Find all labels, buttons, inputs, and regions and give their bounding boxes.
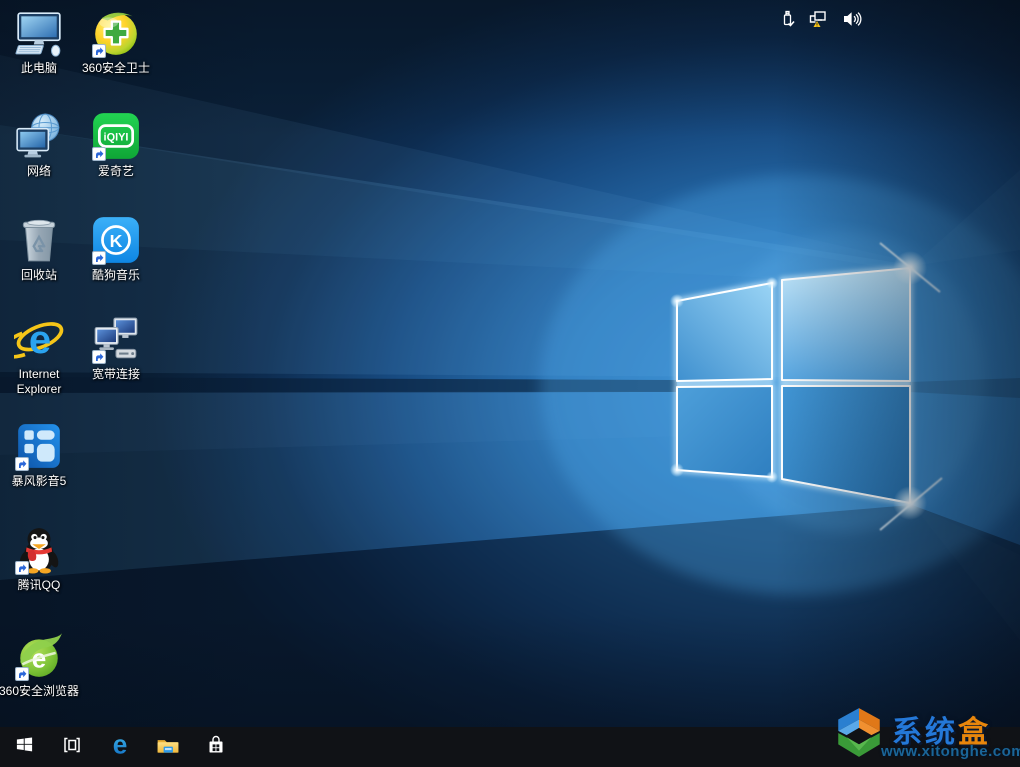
desktop-icon-label: 回收站 xyxy=(20,268,57,282)
taskbar: e xyxy=(0,727,1020,767)
edge-button[interactable]: e xyxy=(96,727,144,767)
this-pc-icon xyxy=(14,8,64,58)
network-warning-icon xyxy=(807,8,829,35)
desktop-icon-label: 宽带连接 xyxy=(91,367,140,381)
network-icon xyxy=(14,111,64,161)
desktop-icon-recycle-bin[interactable]: 回收站 xyxy=(0,215,81,283)
shortcut-arrow-icon xyxy=(15,667,29,681)
svg-text:iQIYI: iQIYI xyxy=(104,132,129,144)
internet-explorer-icon: e xyxy=(14,314,64,364)
store-button[interactable] xyxy=(192,727,240,767)
desktop-icon-360-safe-browser[interactable]: e 360安全浏览器 xyxy=(0,631,81,699)
edge-icon: e xyxy=(108,729,132,762)
desktop-icon-label: 腾讯QQ xyxy=(17,578,61,592)
svg-text:K: K xyxy=(110,231,123,251)
iqiyi-icon: iQIYI xyxy=(91,111,141,161)
shortcut-arrow-icon xyxy=(92,251,106,265)
desktop-icon-kugou-music[interactable]: K 酷狗音乐 xyxy=(74,215,158,283)
360-safe-browser-icon: e xyxy=(14,631,64,681)
desktop-icon-iqiyi[interactable]: iQIYI 爱奇艺 xyxy=(74,111,158,179)
desktop-icon-label: 360安全卫士 xyxy=(81,61,151,75)
desktop-icon-label: 爱奇艺 xyxy=(97,164,134,178)
desktop-icon-label: 网络 xyxy=(26,164,51,178)
folder-icon xyxy=(156,733,180,762)
task-view-icon xyxy=(62,735,82,760)
usb-icon xyxy=(778,9,798,34)
desktop-icon-network[interactable]: 网络 xyxy=(0,111,81,179)
baofeng-player-icon xyxy=(14,421,64,471)
tencent-qq-icon xyxy=(14,525,64,575)
store-bag-icon xyxy=(205,734,227,761)
shortcut-arrow-icon xyxy=(92,44,106,58)
desktop-icon-label: 此电脑 xyxy=(20,61,57,75)
shortcut-arrow-icon xyxy=(15,457,29,471)
desktop-icon-tencent-qq[interactable]: 腾讯QQ xyxy=(0,525,81,593)
broadband-connection-icon xyxy=(91,314,141,364)
shortcut-arrow-icon xyxy=(92,147,106,161)
desktop-icon-label: Internet Explorer xyxy=(16,367,62,396)
volume-tray[interactable] xyxy=(840,9,864,33)
desktop-icon-broadband-connection[interactable]: 宽带连接 xyxy=(74,314,158,382)
safely-remove-hardware-tray[interactable] xyxy=(776,9,800,33)
desktop-icon-internet-explorer[interactable]: e Internet Explorer xyxy=(0,314,81,397)
desktop-icon-baofeng-player[interactable]: 暴风影音5 xyxy=(0,421,81,489)
desktop-icon-label: 360安全浏览器 xyxy=(0,684,80,698)
shortcut-arrow-icon xyxy=(92,350,106,364)
file-explorer-button[interactable] xyxy=(144,727,192,767)
start-button[interactable] xyxy=(0,727,48,767)
desktop-icon-360-safe-guard[interactable]: 360安全卫士 xyxy=(74,8,158,76)
desktop-icon-label: 暴风影音5 xyxy=(11,474,67,488)
360-safe-guard-icon xyxy=(91,8,141,58)
shortcut-arrow-icon xyxy=(15,561,29,575)
desktop-icon-label: 酷狗音乐 xyxy=(91,268,140,282)
desktop-icon-this-pc[interactable]: 此电脑 xyxy=(0,8,81,76)
task-view-button[interactable] xyxy=(48,727,96,767)
kugou-music-icon: K xyxy=(91,215,141,265)
windows-logo-icon xyxy=(15,735,34,759)
svg-text:e: e xyxy=(113,733,128,757)
svg-text:e: e xyxy=(29,318,51,362)
speaker-icon xyxy=(841,8,863,35)
network-status-tray[interactable] xyxy=(806,9,830,33)
recycle-bin-icon xyxy=(14,215,64,265)
